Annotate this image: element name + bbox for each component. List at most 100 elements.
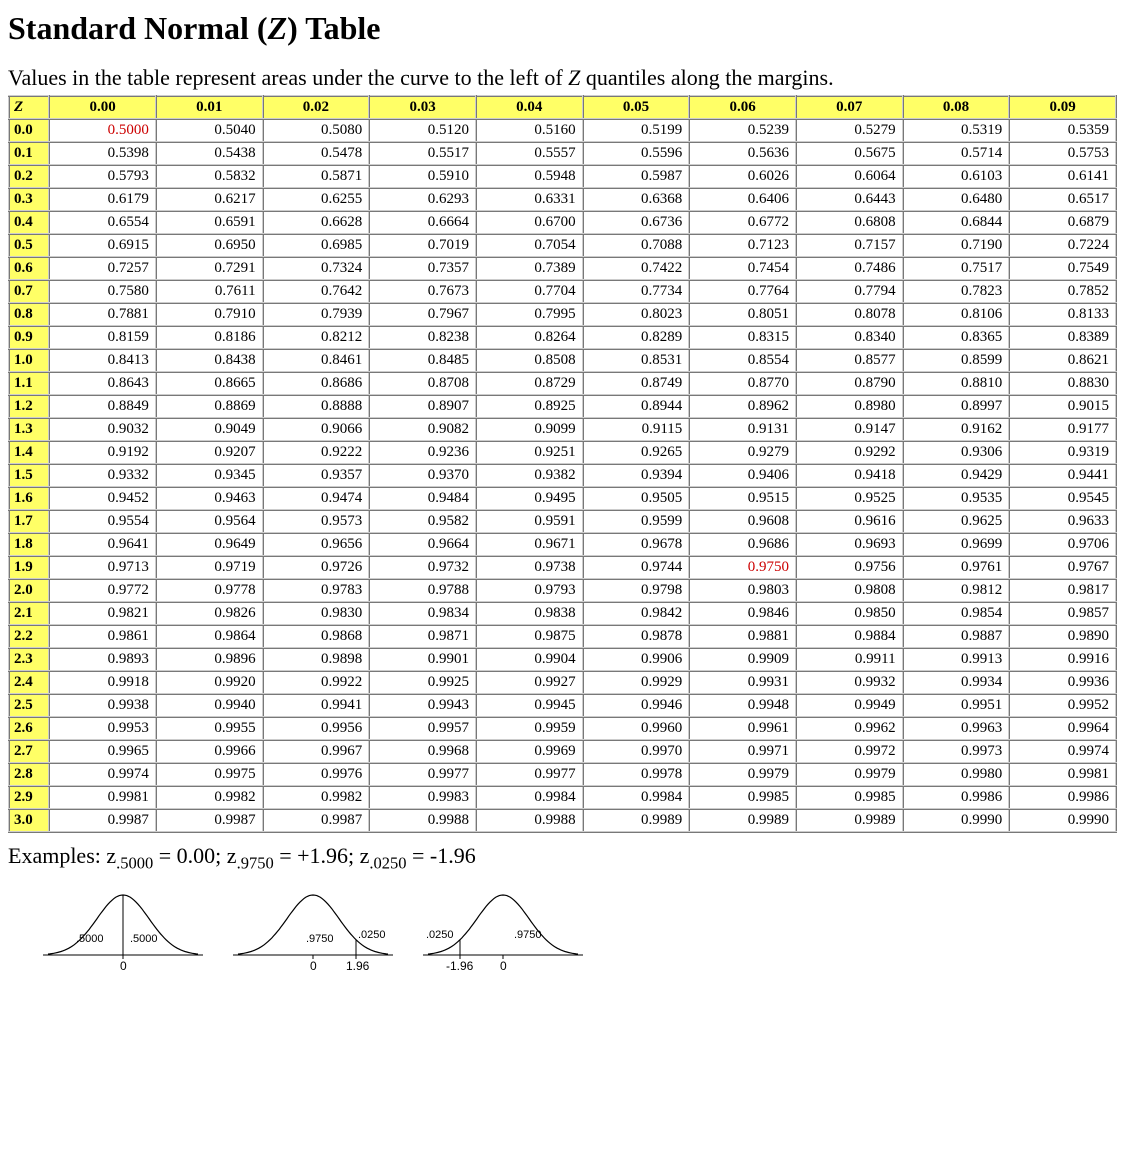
z-cell: 0.6879	[1009, 211, 1116, 234]
z-cell: 0.7357	[369, 257, 476, 280]
curve-tick-label: 1.96	[346, 959, 369, 973]
row-header: 1.4	[9, 441, 49, 464]
z-cell: 0.5596	[583, 142, 690, 165]
z-cell: 0.9861	[49, 625, 156, 648]
z-cell: 0.8289	[583, 326, 690, 349]
z-cell: 0.9941	[263, 694, 370, 717]
z-cell: 0.9970	[583, 740, 690, 763]
z-cell: 0.9484	[369, 487, 476, 510]
z-cell: 0.9463	[156, 487, 263, 510]
row-header: 1.7	[9, 510, 49, 533]
z-cell: 0.9968	[369, 740, 476, 763]
col-header: 0.04	[476, 96, 583, 119]
z-cell: 0.9591	[476, 510, 583, 533]
z-cell: 0.8810	[903, 372, 1010, 395]
z-cell: 0.6985	[263, 234, 370, 257]
curve-right-area: .0250	[358, 929, 386, 941]
z-cell: 0.9987	[263, 809, 370, 832]
z-cell: 0.9979	[689, 763, 796, 786]
z-cell: 0.8749	[583, 372, 690, 395]
z-cell: 0.9980	[903, 763, 1010, 786]
z-cell: 0.9656	[263, 533, 370, 556]
z-cell: 0.5517	[369, 142, 476, 165]
z-cell: 0.7910	[156, 303, 263, 326]
z-cell: 0.9826	[156, 602, 263, 625]
z-cell: 0.9798	[583, 579, 690, 602]
z-cell: 0.9049	[156, 418, 263, 441]
z-cell: 0.8621	[1009, 349, 1116, 372]
z-cell: 0.9973	[903, 740, 1010, 763]
z-cell: 0.9979	[796, 763, 903, 786]
example-subscript: .5000	[116, 853, 153, 872]
z-cell: 0.9719	[156, 556, 263, 579]
z-cell: 0.9850	[796, 602, 903, 625]
z-cell: 0.9099	[476, 418, 583, 441]
row-header: 1.5	[9, 464, 49, 487]
z-cell: 0.8413	[49, 349, 156, 372]
z-cell: 0.8944	[583, 395, 690, 418]
z-cell: 0.9987	[156, 809, 263, 832]
row-header: 1.6	[9, 487, 49, 510]
z-cell: 0.6554	[49, 211, 156, 234]
z-cell: 0.8264	[476, 326, 583, 349]
z-cell: 0.7123	[689, 234, 796, 257]
z-cell: 0.7673	[369, 280, 476, 303]
z-cell: 0.9332	[49, 464, 156, 487]
z-cell: 0.9896	[156, 648, 263, 671]
z-cell: 0.9564	[156, 510, 263, 533]
row-header: 1.0	[9, 349, 49, 372]
z-cell: 0.7054	[476, 234, 583, 257]
subtitle-post: quantiles along the margins.	[580, 65, 833, 90]
z-cell: 0.9265	[583, 441, 690, 464]
z-cell: 0.6844	[903, 211, 1010, 234]
z-cell: 0.9525	[796, 487, 903, 510]
z-cell: 0.9115	[583, 418, 690, 441]
z-cell: 0.9974	[1009, 740, 1116, 763]
z-cell: 0.9767	[1009, 556, 1116, 579]
z-cell: 0.9834	[369, 602, 476, 625]
z-cell: 0.9222	[263, 441, 370, 464]
z-cell: 0.8106	[903, 303, 1010, 326]
z-cell: 0.9616	[796, 510, 903, 533]
z-cell: 0.9599	[583, 510, 690, 533]
z-cell: 0.9319	[1009, 441, 1116, 464]
z-cell: 0.9909	[689, 648, 796, 671]
z-cell: 0.8830	[1009, 372, 1116, 395]
col-header: 0.01	[156, 96, 263, 119]
z-cell: 0.7019	[369, 234, 476, 257]
z-cell: 0.9515	[689, 487, 796, 510]
z-cell: 0.6591	[156, 211, 263, 234]
z-cell: 0.9984	[583, 786, 690, 809]
z-cell: 0.7611	[156, 280, 263, 303]
z-cell: 0.9956	[263, 717, 370, 740]
z-cell: 0.9960	[583, 717, 690, 740]
z-cell: 0.8599	[903, 349, 1010, 372]
z-cell: 0.9545	[1009, 487, 1116, 510]
z-cell: 0.5000	[49, 119, 156, 142]
z-cell: 0.8907	[369, 395, 476, 418]
z-cell: 0.9147	[796, 418, 903, 441]
z-cell: 0.9868	[263, 625, 370, 648]
z-cell: 0.9990	[1009, 809, 1116, 832]
z-cell: 0.9987	[49, 809, 156, 832]
z-cell: 0.9744	[583, 556, 690, 579]
z-cell: 0.7088	[583, 234, 690, 257]
row-header: 1.1	[9, 372, 49, 395]
z-cell: 0.8340	[796, 326, 903, 349]
z-cell: 0.9890	[1009, 625, 1116, 648]
z-cell: 0.9911	[796, 648, 903, 671]
z-cell: 0.9732	[369, 556, 476, 579]
z-cell: 0.7257	[49, 257, 156, 280]
col-header: 0.08	[903, 96, 1010, 119]
z-cell: 0.9251	[476, 441, 583, 464]
z-cell: 0.9946	[583, 694, 690, 717]
col-header: 0.07	[796, 96, 903, 119]
z-cell: 0.7454	[689, 257, 796, 280]
z-cell: 0.9306	[903, 441, 1010, 464]
z-cell: 0.5359	[1009, 119, 1116, 142]
z-cell: 0.9981	[49, 786, 156, 809]
row-header: 2.7	[9, 740, 49, 763]
z-cell: 0.9495	[476, 487, 583, 510]
z-cell: 0.9984	[476, 786, 583, 809]
z-cell: 0.9929	[583, 671, 690, 694]
